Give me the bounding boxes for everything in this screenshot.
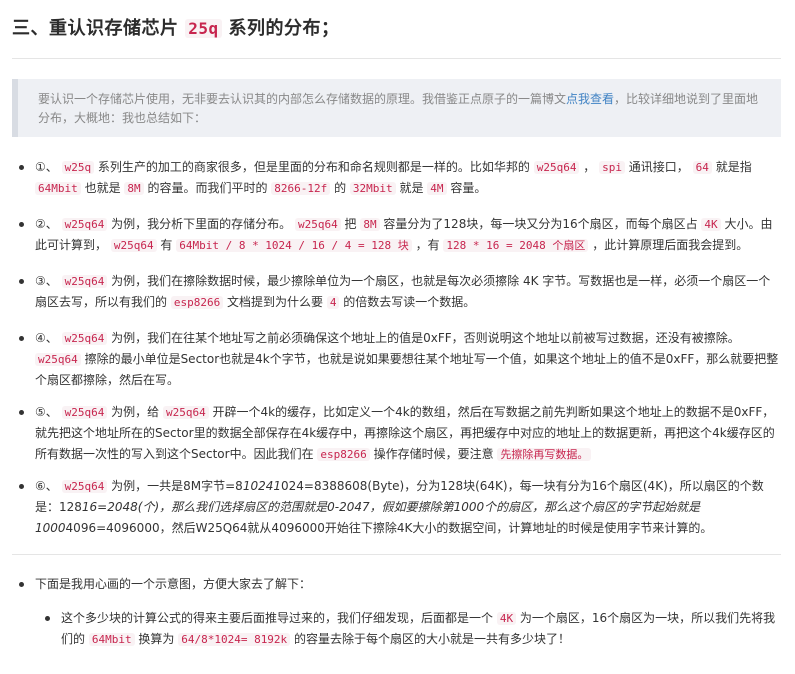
inline-code: 4K bbox=[701, 218, 721, 231]
divider bbox=[12, 58, 781, 59]
item-text: 4096=4096000，然后W25Q64就从4096000开始往下擦除4K大小… bbox=[65, 521, 713, 535]
inline-code: w25q64 bbox=[61, 480, 108, 493]
section-heading: 三、重认识存储芯片 25q 系列的分布； bbox=[12, 14, 339, 40]
item-text: 为例，我分析下里面的存储分布。 bbox=[107, 217, 295, 231]
inline-code: w25q64 bbox=[533, 161, 580, 174]
list-item: ④、 w25q64 为例，我们在往某个地址写之前必须确保这个地址上的值是0xFF… bbox=[18, 328, 780, 391]
inline-code: 64 bbox=[692, 161, 712, 174]
item-text: 的倍数去写读一个数据。 bbox=[339, 295, 476, 309]
list-item: ①、 w25q 系列生产的加工的商家很多，但是里面的分布和命名规则都是一样的。比… bbox=[18, 157, 780, 203]
inline-code: 8M bbox=[124, 182, 144, 195]
item-text: ，此计算原理后面我会提到。 bbox=[588, 238, 749, 252]
item-text: 擦除的最小单位是Sector也就是4k个字节，也就是说如果要想往某个地址写一个值… bbox=[35, 352, 779, 387]
inline-code: 64Mbit bbox=[88, 633, 135, 646]
inline-code: 32Mbit bbox=[349, 182, 396, 195]
item-text: ①、 bbox=[35, 160, 62, 174]
list-item: ⑥、 w25q64 为例，一共是8M字节=810241024=8388608(B… bbox=[18, 476, 780, 539]
item-text: 通讯接口， bbox=[624, 160, 693, 174]
notes-list: ①、 w25q 系列生产的加工的商家很多，但是里面的分布和命名规则都是一样的。比… bbox=[18, 157, 780, 539]
item-text: 就是 bbox=[395, 181, 428, 195]
item-text: 为例，给 bbox=[107, 405, 163, 419]
inline-code: 8M bbox=[360, 218, 380, 231]
item-text: ， bbox=[579, 160, 600, 174]
inline-code: 64Mbit bbox=[35, 182, 81, 195]
item-text: 文档提到为什么要 bbox=[223, 295, 327, 309]
bottom-list: 下面是我用心画的一个示意图，方便大家去了解下： bbox=[18, 574, 780, 595]
item-text: 就是指 bbox=[711, 160, 752, 174]
item-text: 把 bbox=[340, 217, 361, 231]
inline-code: w25q64 bbox=[294, 218, 341, 231]
inline-code: 64Mbit / 8 * 1024 / 16 / 4 = 128 块 bbox=[176, 239, 412, 252]
inline-code: w25q64 bbox=[61, 218, 108, 231]
inline-code: spi bbox=[599, 161, 625, 174]
heading-text: 三、重认识存储芯片 bbox=[12, 18, 186, 39]
quote-text: 要认识一个存储芯片使用，无非要去认识其的内部怎么存储数据的原理。我借鉴正点原子的… bbox=[38, 92, 567, 106]
inline-code: 4M bbox=[427, 182, 447, 195]
item-text: ②、 bbox=[35, 217, 62, 231]
item-text: ③、 bbox=[35, 274, 62, 288]
item-text: 也就是 bbox=[80, 181, 125, 195]
item-text: 的容量去除于每个扇区的大小就是一共有多少块了！ bbox=[290, 632, 571, 646]
list-item: ②、 w25q64 为例，我分析下里面的存储分布。 w25q64 把 8M 容量… bbox=[18, 214, 780, 260]
inline-code: w25q64 bbox=[61, 406, 108, 419]
item-text: ⑤、 bbox=[35, 405, 62, 419]
inline-code: 先擦除再写数据。 bbox=[497, 448, 592, 461]
blockquote: 要认识一个存储芯片使用，无非要去认识其的内部怎么存储数据的原理。我借鉴正点原子的… bbox=[12, 79, 781, 137]
inline-code: 4K bbox=[496, 612, 517, 625]
list-item: ⑤、 w25q64 为例，给 w25q64 开辟一个4k的缓存，比如定义一个4k… bbox=[18, 402, 780, 465]
heading-text-suffix: 系列的分布； bbox=[221, 18, 340, 39]
item-text: 的容量。而我们平时的 bbox=[143, 181, 272, 195]
article-page: 三、重认识存储芯片 25q 系列的分布； 要认识一个存储芯片使用，无非要去认识其… bbox=[0, 0, 795, 674]
inline-code: 64/8*1024= 8192k bbox=[178, 633, 291, 646]
item-text: 有 bbox=[156, 238, 177, 252]
nested-list-item: 这个多少块的计算公式的得来主要后面推导过来的，我们仔细发现，后面都是一个 4K … bbox=[44, 608, 780, 650]
item-text: ④、 bbox=[35, 331, 62, 345]
inline-code: w25q64 bbox=[162, 406, 209, 419]
inline-code: 8266-12f bbox=[271, 182, 331, 195]
item-text: 系列生产的加工的商家很多，但是里面的分布和命名规则都是一样的。比如华邦的 bbox=[94, 160, 534, 174]
item-text: 操作存储时候，要注意 bbox=[369, 447, 498, 461]
italic-text: 10241 bbox=[242, 479, 282, 493]
inline-code: w25q64 bbox=[61, 275, 108, 288]
inline-code: w25q bbox=[61, 161, 95, 174]
list-item: ③、 w25q64 为例，我们在擦除数据时候，最少擦除单位为一个扇区，也就是每次… bbox=[18, 271, 780, 317]
inline-code: w25q64 bbox=[110, 239, 157, 252]
inline-code: 4 bbox=[326, 296, 340, 309]
inline-code: 128 * 16 = 2048 个扇区 bbox=[443, 239, 589, 252]
item-text: 的 bbox=[330, 181, 350, 195]
inline-code: w25q64 bbox=[61, 332, 108, 345]
item-text: ，有 bbox=[411, 238, 444, 252]
item-text: ⑥、 bbox=[35, 479, 62, 493]
list-item: 下面是我用心画的一个示意图，方便大家去了解下： bbox=[18, 574, 780, 595]
blog-link[interactable]: 点我查看 bbox=[566, 92, 614, 106]
inline-code: esp8266 bbox=[317, 448, 370, 461]
item-text: 为例，一共是8M字节=8 bbox=[107, 479, 243, 493]
heading-code: 25q bbox=[185, 19, 222, 38]
nested-list: 这个多少块的计算公式的得来主要后面推导过来的，我们仔细发现，后面都是一个 4K … bbox=[44, 608, 780, 650]
item-text: 换算为 bbox=[134, 632, 179, 646]
inline-code: esp8266 bbox=[170, 296, 224, 309]
item-text: 容量分为了128块，每一块又分为16个扇区，而每个扇区占 bbox=[379, 217, 702, 231]
inline-code: w25q64 bbox=[35, 353, 81, 366]
item-text: 容量。 bbox=[446, 181, 487, 195]
item-text: 这个多少块的计算公式的得来主要后面推导过来的，我们仔细发现，后面都是一个 bbox=[61, 611, 497, 625]
divider bbox=[12, 554, 781, 555]
item-text: 为例，我们在往某个地址写之前必须确保这个地址上的值是0xFF，否则说明这个地址以… bbox=[107, 331, 740, 345]
